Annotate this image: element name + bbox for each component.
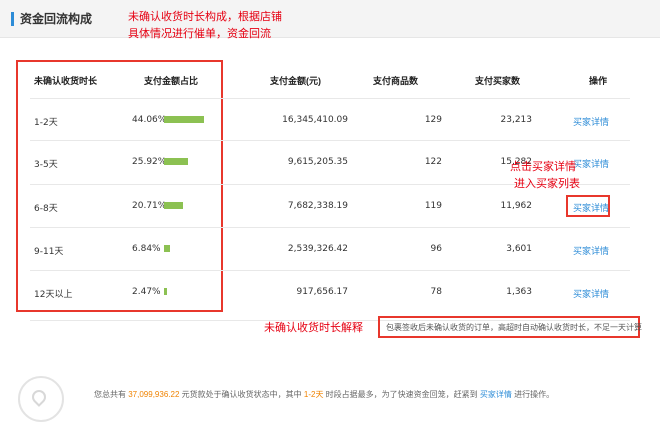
cell-items: 122 [424,157,442,167]
cell-amount: 2,539,326.42 [287,244,348,254]
cell-amount: 7,682,338.19 [287,201,348,211]
pct-bar [164,116,204,123]
buyer-detail-link[interactable]: 买家详情 [573,244,609,257]
cell-amount: 16,345,410.09 [282,115,348,125]
highlight-box-buyer-detail [566,195,610,217]
table-header-row: 未确认收货时长 支付金额占比 支付金额(元) 支付商品数 支付买家数 操作 [0,60,660,98]
summary-range: 1-2天 [303,390,324,399]
pct-bar [164,288,167,295]
section-header: 资金回流构成 [0,0,660,38]
cell-amount: 917,656.17 [296,287,348,297]
cell-amount: 9,615,205.35 [287,157,348,167]
summary-end: 进行操作。 [514,390,555,399]
buyer-detail-link[interactable]: 买家详情 [573,115,609,128]
header-accent-bar [11,12,14,26]
column-header-pct: 支付金额占比 [144,76,199,86]
summary-suffix: 时段占据最多，为了快速资金回笼，赶紧到 [325,390,478,399]
buyer-detail-link[interactable]: 买家详情 [573,157,609,170]
cell-buyers: 3,601 [506,244,532,254]
section-title: 资金回流构成 [20,12,93,26]
column-header-buyers: 支付买家数 [475,76,521,86]
summary-total: 37,099,936.22 [128,390,180,399]
cell-pct: 25.92% [132,157,167,167]
table-row: 9-11天 6.84% 2,539,326.42 96 3,601 买家详情 [30,227,630,270]
cell-duration: 3-5天 [34,160,58,170]
cell-duration: 6-8天 [34,204,58,214]
cell-duration: 12天以上 [34,290,73,300]
cell-buyers: 23,213 [500,115,533,125]
cell-pct: 2.47% [132,287,161,297]
cell-buyers: 11,962 [500,201,533,211]
pct-bar [164,202,183,209]
table-row: 1-2天 44.06% 16,345,410.09 129 23,213 买家详情 [30,98,630,141]
cell-pct: 44.06% [132,115,167,125]
cell-pct: 20.71% [132,201,167,211]
cell-buyers: 1,363 [506,287,532,297]
cell-pct: 6.84% [132,244,161,254]
annotation-click-line2: 进入买家列表 [514,178,580,190]
summary-buyer-detail-link[interactable]: 买家详情 [480,390,512,399]
annotation-explain: 未确认收货时长解释 [264,322,363,334]
column-header-items: 支付商品数 [373,76,419,86]
pct-bar [164,245,170,252]
table-row: 12天以上 2.47% 917,656.17 78 1,363 买家详情 [30,270,630,313]
cell-items: 129 [424,115,442,125]
column-header-amount: 支付金额(元) [270,76,321,86]
summary-prefix: 您总共有 [94,390,126,399]
duration-note-box: 包裹签收后未确认收货的订单，高超时自动确认收货时长，不足一天计算 [378,316,642,338]
annotation-top-line2: 具体情况进行催单，资金回流 [128,28,271,40]
cell-items: 119 [424,201,442,211]
summary-middle: 元货款处于确认收货状态中，其中 [181,390,302,399]
annotation-top-line1: 未确认收货时长构成，根据店铺 [128,11,282,23]
cell-items: 78 [430,287,442,297]
buyer-detail-link[interactable]: 买家详情 [573,287,609,300]
summary-bar: 您总共有 37,099,936.22 元货款处于确认收货状态中，其中 1-2天 … [0,372,660,422]
cell-duration: 9-11天 [34,247,64,257]
cell-duration: 1-2天 [34,118,58,128]
pct-bar [164,158,188,165]
cell-items: 96 [430,244,442,254]
column-header-duration: 未确认收货时长 [34,76,98,86]
annotation-click-line1: 点击买家详情 [510,161,576,173]
column-header-action: 操作 [589,76,608,86]
duration-note-text: 包裹签收后未确认收货的订单，高超时自动确认收货时长，不足一天计算 [386,323,642,332]
summary-text: 您总共有 37,099,936.22 元货款处于确认收货状态中，其中 1-2天 … [94,389,554,400]
